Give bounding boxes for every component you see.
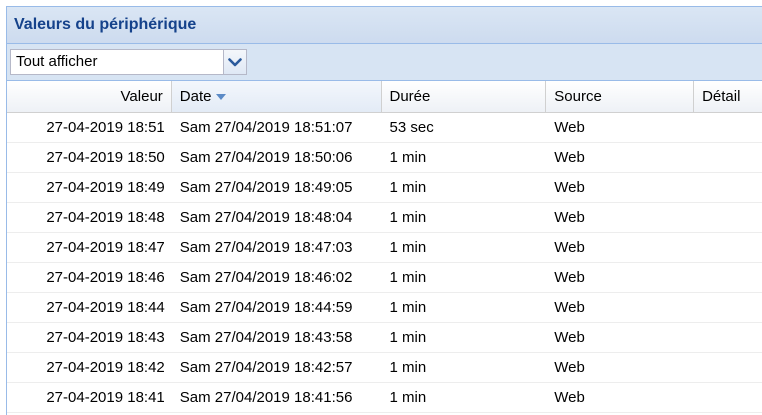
cell-detail (694, 143, 762, 172)
grid-header: Valeur Date Durée Source Détail (7, 81, 762, 113)
cell-duree: 1 min (389, 239, 427, 256)
cell-detail (694, 203, 762, 232)
filter-combobox-input[interactable]: Tout afficher (10, 49, 223, 75)
cell-detail (694, 233, 762, 262)
table-row[interactable]: 27-04-2019 18:51 Sam 27/04/2019 18:51:07 5… (7, 113, 762, 143)
cell-valeur: 27-04-2019 18:47 (46, 239, 165, 256)
table-row[interactable]: 27-04-2019 18:49 Sam 27/04/2019 18:49:05 1… (7, 173, 762, 203)
panel-header: Valeurs du périphérique (7, 7, 762, 44)
cell-duree: 1 min (389, 359, 427, 376)
cell-valeur: 27-04-2019 18:51 (46, 119, 165, 136)
column-header-duree[interactable]: Durée (382, 81, 547, 112)
cell-valeur: 27-04-2019 18:43 (46, 329, 165, 346)
cell-date: Sam 27/04/2019 18:41:56 (179, 389, 353, 406)
cell-duree: 1 min (389, 179, 427, 196)
column-header-detail[interactable]: Détail (694, 81, 762, 112)
cell-date: Sam 27/04/2019 18:42:57 (179, 359, 353, 376)
column-header-label: Source (554, 88, 602, 105)
cell-date: Sam 27/04/2019 18:46:02 (179, 269, 353, 286)
sort-descending-icon (216, 93, 227, 100)
cell-source: Web (554, 179, 585, 196)
table-row[interactable]: 27-04-2019 18:47 Sam 27/04/2019 18:47:03 1… (7, 233, 762, 263)
chevron-down-icon (228, 57, 242, 66)
cell-source: Web (554, 329, 585, 346)
table-row[interactable]: 27-04-2019 18:48 Sam 27/04/2019 18:48:04 1… (7, 203, 762, 233)
cell-source: Web (554, 119, 585, 136)
cell-duree: 53 sec (389, 119, 434, 136)
cell-detail (694, 353, 762, 382)
cell-duree: 1 min (389, 209, 427, 226)
cell-source: Web (554, 209, 585, 226)
cell-valeur: 27-04-2019 18:46 (46, 269, 165, 286)
table-row[interactable]: 27-04-2019 18:46 Sam 27/04/2019 18:46:02 1… (7, 263, 762, 293)
filter-combobox[interactable]: Tout afficher (10, 49, 247, 75)
column-header-label: Détail (702, 88, 741, 105)
cell-detail (694, 293, 762, 322)
filter-toolbar: Tout afficher (7, 44, 762, 81)
cell-date: Sam 27/04/2019 18:44:59 (179, 299, 353, 316)
cell-detail (694, 113, 762, 142)
cell-duree: 1 min (389, 149, 427, 166)
cell-detail (694, 383, 762, 412)
cell-source: Web (554, 149, 585, 166)
cell-source: Web (554, 269, 585, 286)
cell-detail (694, 323, 762, 352)
cell-duree: 1 min (389, 389, 427, 406)
column-header-label: Durée (389, 88, 431, 105)
grid-body: 27-04-2019 18:51 Sam 27/04/2019 18:51:07 5… (7, 113, 762, 413)
column-header-date[interactable]: Date (171, 81, 382, 112)
cell-date: Sam 27/04/2019 18:49:05 (179, 179, 353, 196)
panel-title: Valeurs du périphérique (14, 16, 197, 33)
cell-valeur: 27-04-2019 18:49 (46, 179, 165, 196)
filter-combobox-trigger[interactable] (223, 49, 247, 75)
cell-date: Sam 27/04/2019 18:50:06 (179, 149, 353, 166)
cell-detail (694, 173, 762, 202)
cell-valeur: 27-04-2019 18:48 (46, 209, 165, 226)
cell-date: Sam 27/04/2019 18:51:07 (179, 119, 353, 136)
table-row[interactable]: 27-04-2019 18:41 Sam 27/04/2019 18:41:56 1… (7, 383, 762, 413)
cell-valeur: 27-04-2019 18:41 (46, 389, 165, 406)
cell-duree: 1 min (389, 269, 427, 286)
column-header-label: Valeur (120, 88, 163, 105)
cell-valeur: 27-04-2019 18:44 (46, 299, 165, 316)
cell-source: Web (554, 389, 585, 406)
cell-valeur: 27-04-2019 18:42 (46, 359, 165, 376)
table-row[interactable]: 27-04-2019 18:43 Sam 27/04/2019 18:43:58 1… (7, 323, 762, 353)
column-header-label: Date (179, 88, 212, 105)
cell-date: Sam 27/04/2019 18:43:58 (179, 329, 353, 346)
cell-source: Web (554, 359, 585, 376)
cell-valeur: 27-04-2019 18:50 (46, 149, 165, 166)
device-values-panel: Valeurs du périphérique Tout afficher Va… (6, 6, 762, 415)
cell-detail (694, 263, 762, 292)
cell-source: Web (554, 239, 585, 256)
cell-date: Sam 27/04/2019 18:47:03 (179, 239, 353, 256)
cell-date: Sam 27/04/2019 18:48:04 (179, 209, 353, 226)
table-row[interactable]: 27-04-2019 18:50 Sam 27/04/2019 18:50:06 1… (7, 143, 762, 173)
table-row[interactable]: 27-04-2019 18:44 Sam 27/04/2019 18:44:59 1… (7, 293, 762, 323)
table-row[interactable]: 27-04-2019 18:42 Sam 27/04/2019 18:42:57 1… (7, 353, 762, 383)
cell-source: Web (554, 299, 585, 316)
cell-duree: 1 min (389, 299, 427, 316)
column-header-source[interactable]: Source (546, 81, 695, 112)
column-header-valeur[interactable]: Valeur (7, 81, 172, 112)
cell-duree: 1 min (389, 329, 427, 346)
